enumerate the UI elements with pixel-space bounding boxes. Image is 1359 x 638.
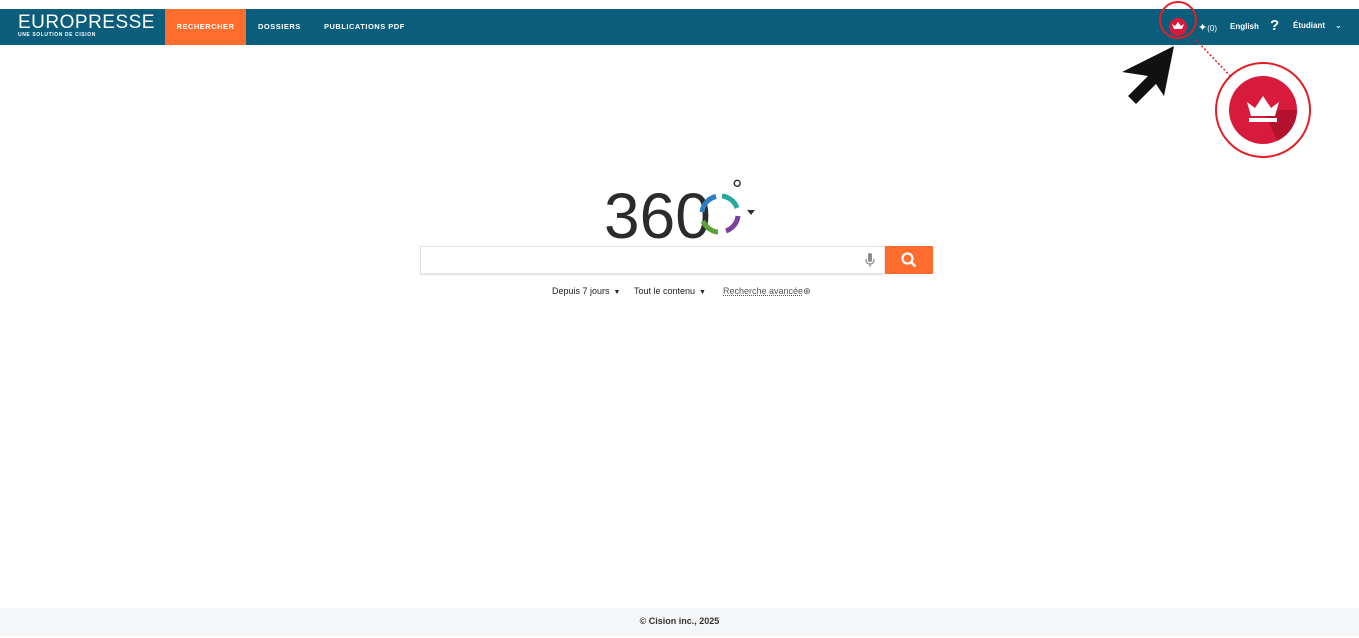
search-button[interactable] (885, 246, 933, 274)
microphone-icon[interactable] (865, 253, 875, 268)
search-field-container (420, 246, 885, 274)
caret-down-icon: ▼ (613, 289, 621, 296)
footer: © Cision inc., 2025 (0, 608, 1359, 636)
annotation-arrow (1122, 46, 1174, 104)
advanced-search-label: Recherche avancée (723, 286, 804, 296)
content-filter-label: Tout le contenu (634, 286, 696, 296)
search-icon (901, 252, 917, 268)
logo-caret-icon (747, 210, 755, 215)
caret-down-icon: ▼ (699, 289, 706, 296)
360-logo-text: 360 (604, 180, 711, 242)
annotation-zoom-circle (1215, 62, 1311, 158)
360-logo: 360 ° (604, 176, 755, 242)
degree-symbol: ° (732, 176, 742, 204)
plus-circle-icon: ⊕ (803, 286, 811, 296)
crown-icon-zoomed (1229, 76, 1297, 144)
advanced-search-link[interactable]: Recherche avancée⊕ (723, 286, 811, 297)
date-filter-dropdown[interactable]: Depuis 7 jours ▼ (552, 286, 620, 296)
copyright-text: © Cision inc., 2025 (639, 616, 720, 626)
content-filter-dropdown[interactable]: Tout le contenu ▼ (634, 286, 706, 296)
search-input[interactable] (421, 247, 867, 273)
date-filter-label: Depuis 7 jours (552, 286, 610, 296)
